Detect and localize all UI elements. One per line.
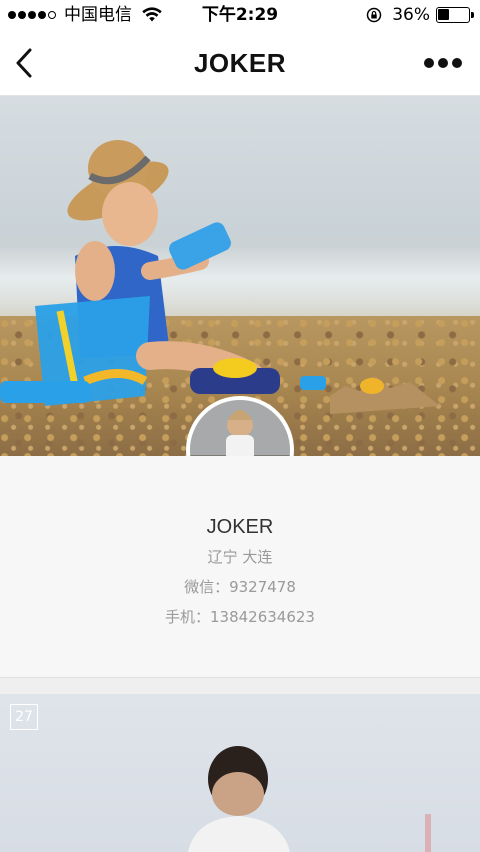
battery-icon	[436, 7, 474, 23]
status-left: 中国电信	[8, 0, 162, 30]
profile-wechat[interactable]: 微信：9327478	[0, 576, 480, 597]
profile-name: JOKER	[206, 516, 274, 538]
profile-phone[interactable]: 手机：13842634623	[0, 606, 480, 627]
page-title: JOKER	[193, 48, 287, 78]
more-button[interactable]	[424, 52, 462, 74]
signal-dots-icon	[8, 11, 58, 19]
battery-percent: 36%	[392, 5, 430, 25]
status-bar: 中国电信 下午2:29 36%	[0, 0, 480, 30]
nav-bar: JOKER	[0, 30, 480, 96]
more-dots-icon	[424, 58, 434, 68]
section-divider	[0, 678, 480, 694]
wifi-icon	[142, 7, 162, 22]
rotation-lock-icon	[366, 7, 382, 23]
carrier-label: 中国电信	[64, 5, 132, 25]
battery-level-fill	[438, 9, 449, 20]
profile-card: JOKER 辽宁 大连 微信：9327478 手机：13842634623	[0, 456, 480, 678]
profile-location: 辽宁 大连	[207, 548, 273, 566]
post-image	[188, 746, 431, 852]
feed-post[interactable]: 27	[0, 694, 480, 852]
status-right: 36%	[366, 0, 474, 30]
